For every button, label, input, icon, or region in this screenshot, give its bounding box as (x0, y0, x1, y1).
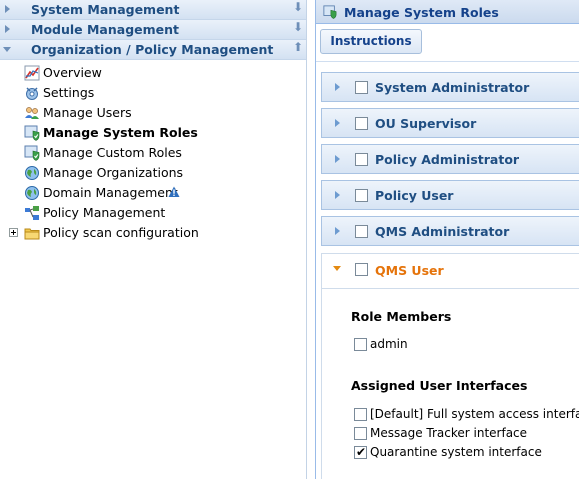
nav-item-label: Manage Users (43, 105, 132, 120)
nav-section-organization-policy-management[interactable]: Organization / Policy Management ⬆ (0, 40, 306, 60)
role-label: System Administrator (375, 80, 530, 95)
instructions-button[interactable]: Instructions (320, 29, 422, 54)
shield-icon (24, 145, 40, 161)
role-qms-user[interactable]: QMS User (321, 253, 579, 289)
role-checkbox[interactable] (355, 153, 368, 166)
role-label: QMS Administrator (375, 224, 510, 239)
nav-item-manage-system-roles[interactable]: Manage System Roles (0, 123, 306, 143)
interface-checkbox[interactable] (354, 427, 367, 440)
double-chevron-up-icon[interactable]: ⬆ (293, 41, 303, 53)
panel-title: Manage System Roles (344, 5, 499, 20)
nav-item-label: Settings (43, 85, 95, 100)
globe-icon (25, 166, 39, 180)
role-checkbox[interactable] (355, 117, 368, 130)
interface-label: [Default] Full system access interface (370, 407, 579, 421)
nav-section-module-management[interactable]: Module Management ⬇ (0, 20, 306, 40)
warning-icon (168, 186, 180, 197)
expand-plus-icon[interactable] (9, 228, 18, 237)
role-checkbox[interactable] (355, 189, 368, 202)
nav-item-label: Manage Organizations (43, 165, 184, 180)
settings-icon (26, 87, 38, 100)
expand-arrow-icon[interactable] (335, 191, 340, 199)
role-qms-administrator[interactable]: QMS Administrator (321, 216, 579, 246)
folder-icon (24, 228, 40, 240)
role-label: Policy User (375, 188, 454, 203)
globe-icon (25, 186, 39, 200)
shield-icon (323, 5, 337, 19)
role-system-administrator[interactable]: System Administrator (321, 72, 579, 102)
nav-item-overview[interactable]: Overview (0, 63, 306, 83)
double-chevron-down-icon[interactable]: ⬇ (293, 1, 303, 13)
interface-checkbox-checked[interactable] (354, 444, 367, 460)
role-label: OU Supervisor (375, 116, 477, 131)
role-checkbox[interactable] (355, 263, 368, 276)
interface-label: Quarantine system interface (370, 445, 542, 459)
nav-section-label: Module Management (31, 22, 179, 37)
expand-arrow-icon (5, 5, 10, 13)
expand-arrow-icon (5, 25, 10, 33)
policy-icon (25, 206, 39, 220)
nav-item-policy-scan-configuration[interactable]: Policy scan configuration (0, 223, 306, 243)
nav-item-policy-management[interactable]: Policy Management (0, 203, 306, 223)
nav-item-manage-organizations[interactable]: Manage Organizations (0, 163, 306, 183)
interface-label: Message Tracker interface (370, 426, 528, 440)
nav-item-label: Domain Management (43, 185, 178, 200)
nav-item-settings[interactable]: Settings (0, 83, 306, 103)
nav-section-label: Organization / Policy Management (31, 42, 274, 57)
role-members-heading: Role Members (351, 309, 452, 324)
collapse-arrow-icon[interactable] (333, 266, 341, 271)
nav-section-system-management[interactable]: System Management ⬇ (0, 0, 306, 20)
shield-icon (24, 125, 40, 141)
member-checkbox[interactable] (354, 338, 367, 351)
role-checkbox[interactable] (355, 81, 368, 94)
member-label: admin (370, 337, 408, 351)
nav-item-label: Overview (43, 65, 102, 80)
left-navigation: System Management ⬇ Module Management ⬇ … (0, 0, 307, 479)
assigned-interfaces-heading: Assigned User Interfaces (351, 378, 528, 393)
expand-arrow-icon[interactable] (335, 119, 340, 127)
panel-header: Manage System Roles (316, 0, 579, 24)
nav-item-label: Policy scan configuration (43, 225, 199, 240)
role-label: QMS User (375, 263, 444, 278)
interface-checkbox[interactable] (354, 408, 367, 421)
nav-item-manage-custom-roles[interactable]: Manage Custom Roles (0, 143, 306, 163)
collapse-arrow-icon (3, 47, 11, 52)
nav-item-manage-users[interactable]: Manage Users (0, 103, 306, 123)
nav-section-label: System Management (31, 2, 180, 17)
nav-item-label: Manage Custom Roles (43, 145, 182, 160)
role-ou-supervisor[interactable]: OU Supervisor (321, 108, 579, 138)
role-label: Policy Administrator (375, 152, 520, 167)
toolbar: Instructions (316, 24, 579, 62)
expand-arrow-icon[interactable] (335, 83, 340, 91)
role-policy-user[interactable]: Policy User (321, 180, 579, 210)
chart-icon (24, 65, 40, 81)
nav-item-label: Policy Management (43, 205, 166, 220)
users-icon (25, 107, 39, 119)
role-checkbox[interactable] (355, 225, 368, 238)
nav-tree: Overview Settings Manage Users Manage Sy… (0, 63, 306, 243)
role-details: Role Members admin Assigned User Interfa… (321, 289, 579, 479)
role-policy-administrator[interactable]: Policy Administrator (321, 144, 579, 174)
double-chevron-down-icon[interactable]: ⬇ (293, 21, 303, 33)
expand-arrow-icon[interactable] (335, 227, 340, 235)
nav-item-domain-management[interactable]: Domain Management (0, 183, 306, 203)
nav-item-label: Manage System Roles (43, 125, 198, 140)
expand-arrow-icon[interactable] (335, 155, 340, 163)
manage-system-roles-panel: Manage System Roles Instructions System … (315, 0, 579, 479)
